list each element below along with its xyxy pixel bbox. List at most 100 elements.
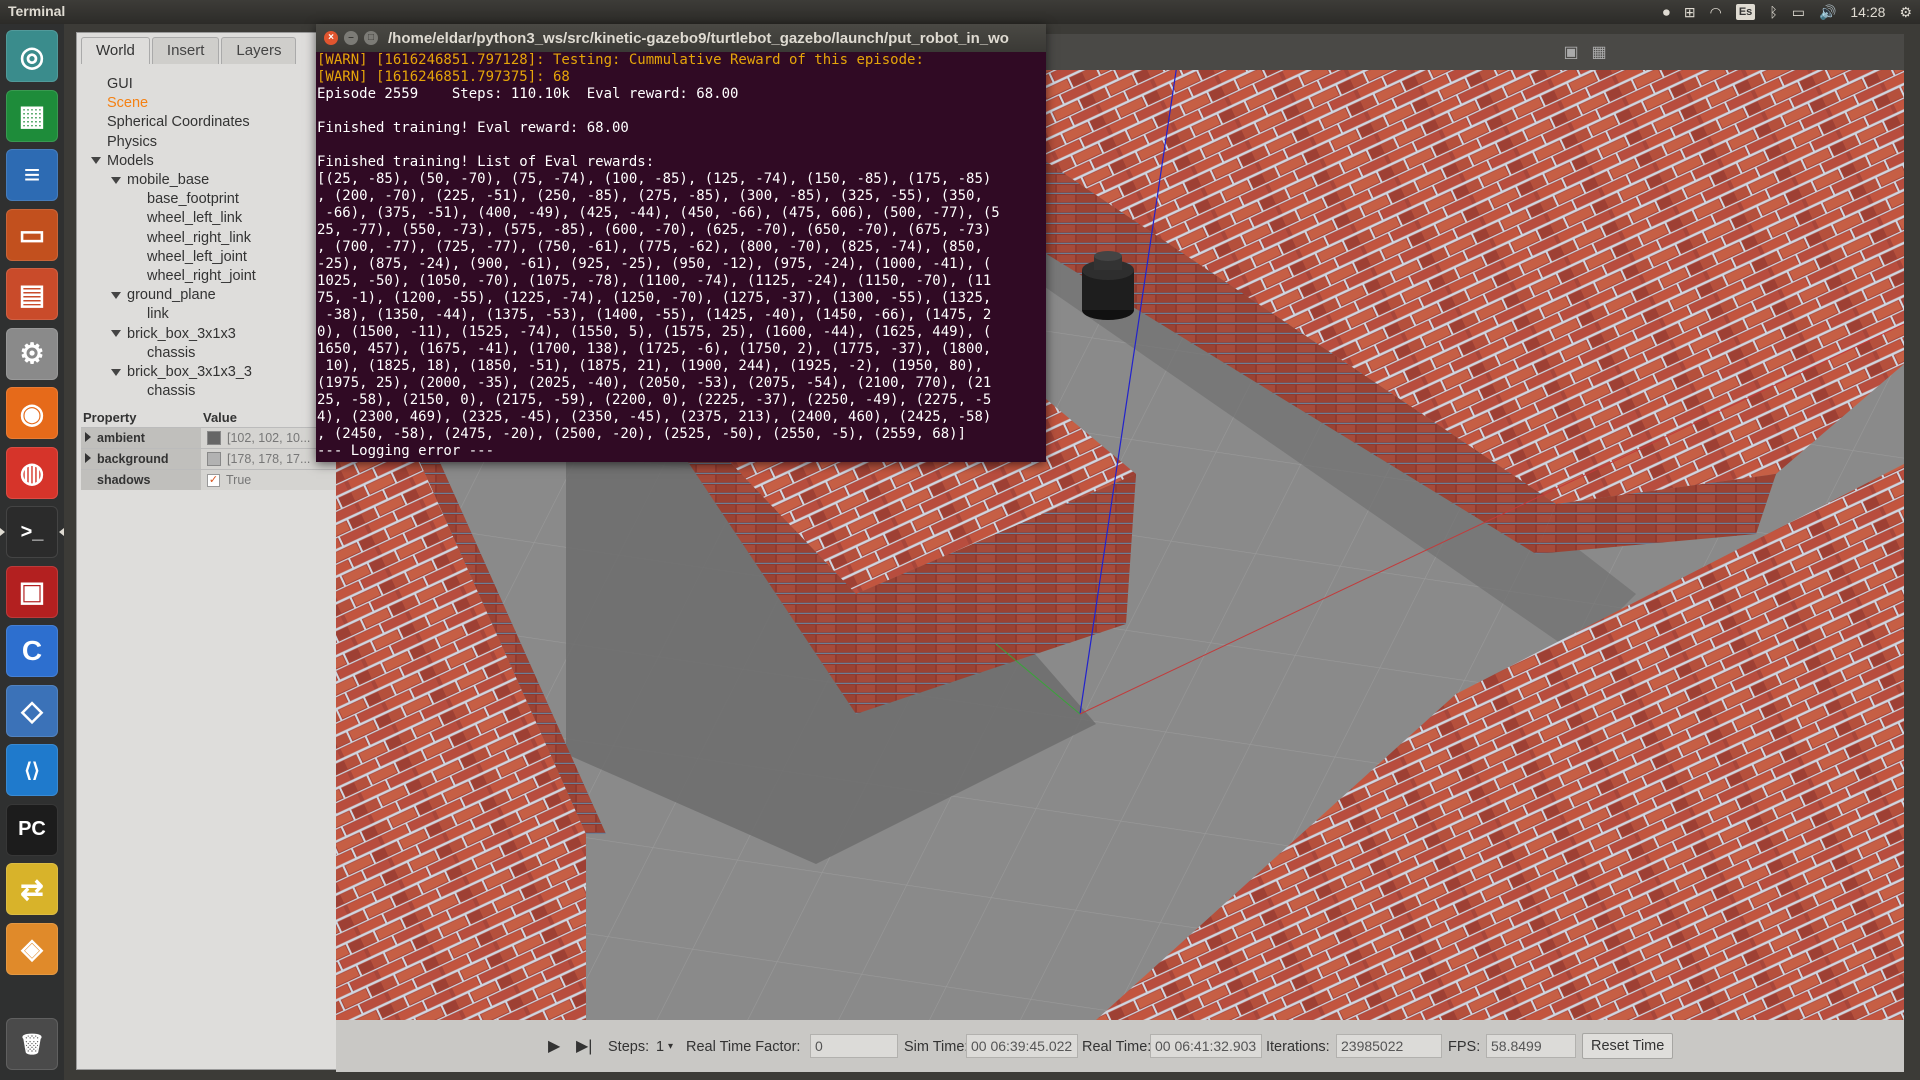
- tree-item-mobile-base[interactable]: mobile_base: [111, 171, 209, 190]
- fps-field: 58.8499: [1486, 1034, 1576, 1058]
- tree-item-chassis[interactable]: chassis: [147, 382, 195, 401]
- launcher-ros-app[interactable]: ▣: [6, 565, 58, 618]
- expand-arrow-icon[interactable]: [85, 432, 91, 442]
- tree-item-chassis[interactable]: chassis: [147, 344, 195, 363]
- terminal-line: 10), (1825, 18), (1850, -51), (1875, 21)…: [317, 358, 983, 374]
- real-time-factor-label: Real Time Factor:: [686, 1039, 801, 1055]
- launcher-firefox[interactable]: ◉: [6, 387, 58, 439]
- launcher-libreoffice-calc[interactable]: ▦: [6, 89, 58, 142]
- tree-item-wheel-left-joint[interactable]: wheel_left_joint: [147, 248, 247, 267]
- wifi-icon[interactable]: ◠: [1710, 2, 1722, 22]
- tree-item-models[interactable]: Models: [91, 152, 154, 171]
- launcher-yed[interactable]: ⇄: [6, 863, 58, 915]
- launcher-terminal[interactable]: >_: [0, 506, 64, 558]
- tree-item-spherical-coordinates[interactable]: Spherical Coordinates: [107, 113, 250, 132]
- terminal-line: [(25, -85), (50, -70), (75, -74), (100, …: [317, 171, 992, 187]
- tree-item-link[interactable]: link: [147, 305, 169, 324]
- launcher-settings[interactable]: ⚙: [6, 327, 58, 380]
- tree-item-label: wheel_left_joint: [147, 248, 247, 265]
- launcher-code-editor-c[interactable]: C: [6, 625, 58, 677]
- property-name: background: [81, 449, 201, 469]
- property-name: shadows: [81, 470, 201, 490]
- close-icon[interactable]: ×: [324, 31, 338, 45]
- bluetooth-icon[interactable]: ᛒ: [1769, 2, 1777, 22]
- red-window-icon: ▣: [18, 576, 46, 607]
- box-icon: ◈: [21, 933, 43, 964]
- steps-value[interactable]: 1: [656, 1036, 664, 1058]
- terminal-line: -38), (1350, -44), (1375, -53), (1400, -…: [317, 307, 992, 323]
- ubuntu-dash-icon: ◎: [19, 40, 45, 72]
- screencast-icon[interactable]: ⏺: [1663, 2, 1670, 22]
- workspace-switcher-icon[interactable]: ⊞: [1684, 2, 1696, 22]
- terminal-line: --- Logging error ---: [317, 443, 495, 459]
- launcher-trash[interactable]: 🗑: [6, 1018, 58, 1070]
- tree-item-ground-plane[interactable]: ground_plane: [111, 286, 216, 305]
- battery-icon[interactable]: ▭: [1792, 2, 1805, 22]
- clock[interactable]: 14:28: [1850, 2, 1885, 22]
- launcher-package-app[interactable]: ◈: [6, 922, 58, 975]
- tree-item-wheel-left-link[interactable]: wheel_left_link: [147, 209, 242, 228]
- terminal-window[interactable]: × – □ /home/eldar/python3_ws/src/kinetic…: [316, 24, 1046, 462]
- maximize-icon[interactable]: □: [364, 31, 378, 45]
- tab-layers[interactable]: Layers: [221, 37, 297, 64]
- tree-item-label: ground_plane: [127, 287, 216, 304]
- shadows-checkbox[interactable]: ✓: [207, 473, 220, 487]
- launcher-libreoffice-writer[interactable]: ≡: [6, 149, 58, 201]
- property-name-text: shadows: [97, 473, 151, 487]
- pycharm-icon: PC: [18, 818, 46, 840]
- terminal-titlebar[interactable]: × – □ /home/eldar/python3_ws/src/kinetic…: [316, 24, 1046, 52]
- vscode-icon: ⟨⟩: [24, 759, 40, 782]
- tree-item-wheel-right-link[interactable]: wheel_right_link: [147, 229, 251, 248]
- tree-item-wheel-right-joint[interactable]: wheel_right_joint: [147, 267, 256, 286]
- system-gear-icon[interactable]: ⚙: [1899, 2, 1912, 22]
- color-swatch[interactable]: [207, 431, 221, 445]
- record-icon[interactable]: ▦: [1588, 42, 1610, 61]
- property-name-text: ambient: [97, 431, 145, 445]
- steps-label: Steps:: [608, 1039, 650, 1055]
- play-icon[interactable]: ▶: [548, 1036, 560, 1058]
- tree-item-physics[interactable]: Physics: [107, 133, 157, 152]
- launcher-vscode[interactable]: ⟨⟩: [6, 744, 58, 796]
- camera-icon[interactable]: ▣: [1560, 42, 1582, 61]
- terminal-line: 1025, -50), (1050, -70), (1075, -78), (1…: [317, 273, 992, 289]
- iterations-label: Iterations:: [1266, 1039, 1330, 1055]
- launcher-pycharm[interactable]: PC: [6, 803, 58, 856]
- terminal-line: [WARN] [1616246851.797128]: Testing: Cum…: [317, 52, 924, 68]
- expand-arrow-icon[interactable]: [91, 157, 101, 165]
- keyboard-layout-indicator[interactable]: Es: [1735, 4, 1756, 20]
- step-icon[interactable]: ▶|: [576, 1036, 592, 1058]
- tree-item-label: chassis: [147, 383, 196, 400]
- tab-insert[interactable]: Insert: [151, 37, 220, 64]
- expand-arrow-icon[interactable]: [85, 453, 91, 463]
- launcher-ubuntu-dash[interactable]: ◎: [6, 30, 58, 82]
- launcher-files[interactable]: ▤: [6, 268, 58, 320]
- minimize-icon[interactable]: –: [344, 31, 358, 45]
- tree-item-label: wheel_right_link: [147, 229, 251, 246]
- launcher-chrome[interactable]: ◍: [6, 446, 58, 499]
- spreadsheet-icon: ▦: [18, 100, 46, 131]
- reset-time-button[interactable]: Reset Time: [1582, 1033, 1674, 1059]
- volume-icon[interactable]: 🔊: [1819, 2, 1836, 22]
- tree-item-base-footprint[interactable]: base_footprint: [147, 190, 239, 209]
- launcher-virtualbox[interactable]: ◇: [6, 684, 58, 737]
- expand-arrow-icon[interactable]: [111, 330, 121, 338]
- expand-arrow-icon[interactable]: [111, 291, 121, 299]
- tab-world[interactable]: World: [81, 37, 150, 64]
- tree-item-brick-box-3x1x3-3[interactable]: brick_box_3x1x3_3: [111, 363, 252, 382]
- tree-item-gui[interactable]: GUI: [107, 75, 133, 94]
- steps-dropdown-icon[interactable]: ▾: [668, 1036, 673, 1058]
- tree-item-label: Spherical Coordinates: [107, 114, 250, 131]
- tree-item-scene[interactable]: Scene: [107, 94, 148, 113]
- tree-item-label: Physics: [107, 133, 157, 150]
- terminal-line: Finished training! List of Eval rewards:: [317, 154, 655, 170]
- tree-item-brick-box-3x1x3[interactable]: brick_box_3x1x3: [111, 325, 236, 344]
- terminal-line: 1650, 457), (1675, -41), (1700, 138), (1…: [317, 341, 992, 357]
- terminal-output[interactable]: [WARN] [1616246851.797128]: Testing: Cum…: [316, 52, 1047, 462]
- launcher-libreoffice-impress[interactable]: ▭: [6, 208, 58, 261]
- color-swatch[interactable]: [207, 452, 221, 466]
- expand-arrow-icon[interactable]: [111, 176, 121, 184]
- terminal-line: , (2450, -58), (2475, -20), (2500, -20),…: [317, 426, 967, 442]
- trash-icon: 🗑: [19, 1033, 45, 1056]
- expand-arrow-icon[interactable]: [111, 368, 121, 376]
- property-name-text: background: [97, 452, 169, 466]
